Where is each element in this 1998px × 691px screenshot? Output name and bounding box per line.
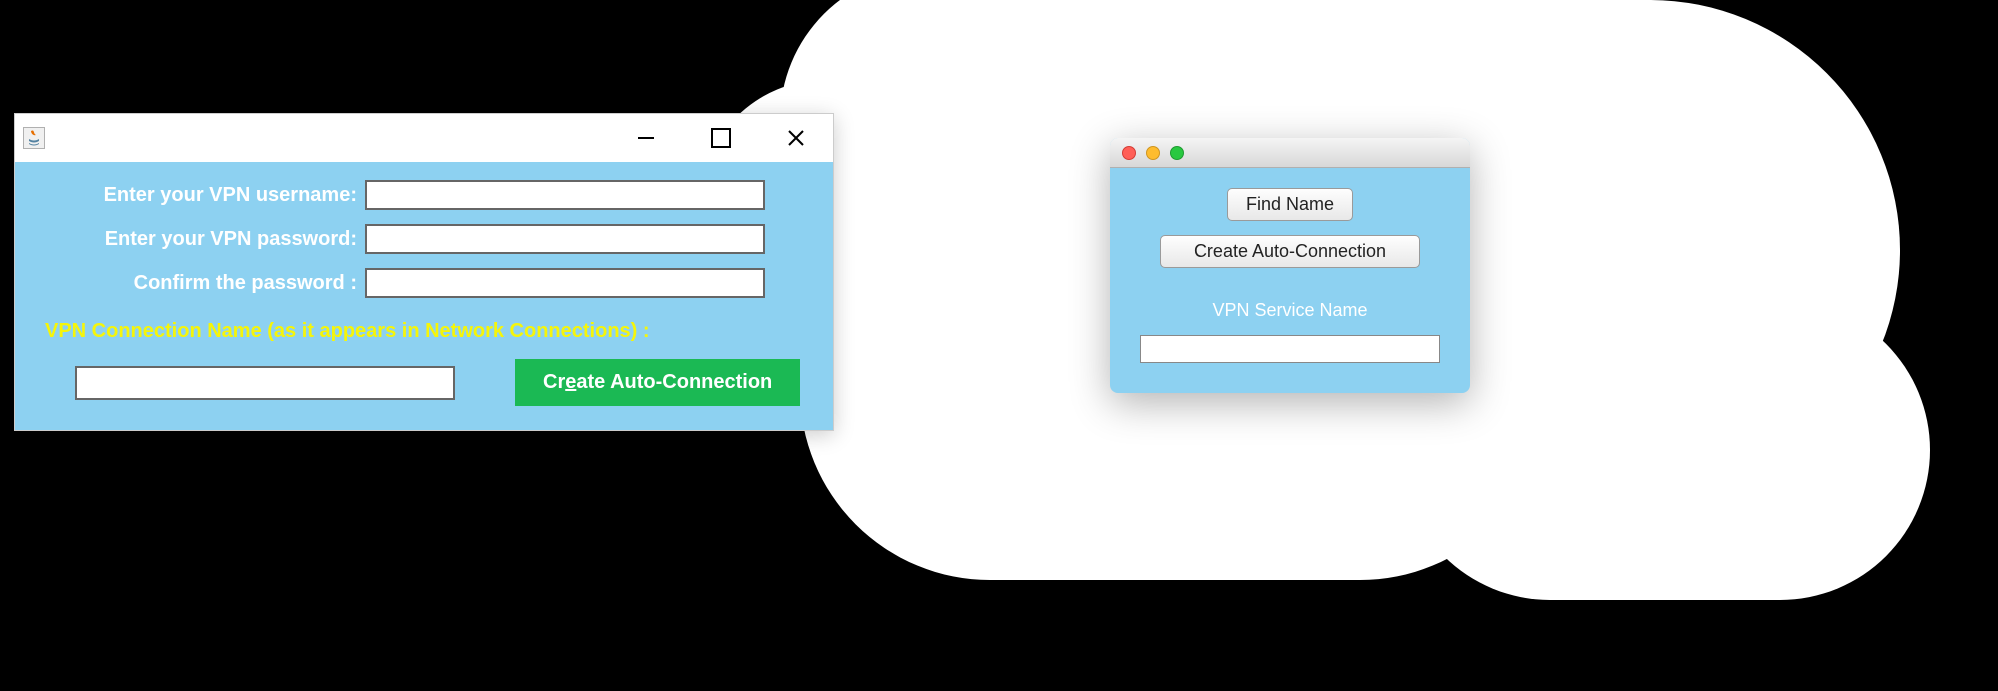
find-name-button[interactable]: Find Name — [1227, 188, 1353, 221]
confirm-password-label: Confirm the password : — [35, 272, 365, 295]
minimize-button[interactable] — [608, 114, 683, 162]
close-traffic-light[interactable] — [1122, 146, 1136, 160]
connection-name-label: VPN Connection Name (as it appears in Ne… — [35, 312, 813, 359]
windows-vpn-dialog: Enter your VPN username: Enter your VPN … — [14, 113, 834, 431]
vpn-service-name-input[interactable] — [1140, 335, 1440, 363]
java-icon — [23, 127, 45, 149]
password-input[interactable] — [365, 224, 765, 254]
maximize-button[interactable] — [683, 114, 758, 162]
mac-dialog-body: Find Name Create Auto-Connection VPN Ser… — [1110, 168, 1470, 393]
mac-vpn-dialog: Find Name Create Auto-Connection VPN Ser… — [1110, 138, 1470, 393]
create-auto-connection-button[interactable]: Create Auto-Connection — [515, 359, 800, 406]
username-input[interactable] — [365, 180, 765, 210]
minimize-traffic-light[interactable] — [1146, 146, 1160, 160]
background-shape — [1400, 300, 1930, 600]
vpn-service-name-label: VPN Service Name — [1212, 300, 1367, 321]
username-label: Enter your VPN username: — [35, 184, 365, 207]
button-label: Create Auto-Connection — [543, 371, 772, 393]
mac-titlebar[interactable] — [1110, 138, 1470, 168]
windows-dialog-body: Enter your VPN username: Enter your VPN … — [15, 162, 833, 430]
window-controls — [608, 114, 833, 162]
confirm-password-input[interactable] — [365, 268, 765, 298]
close-button[interactable] — [758, 114, 833, 162]
password-label: Enter your VPN password: — [35, 228, 365, 251]
create-auto-connection-button-mac[interactable]: Create Auto-Connection — [1160, 235, 1420, 268]
password-row: Enter your VPN password: — [35, 224, 813, 254]
zoom-traffic-light[interactable] — [1170, 146, 1184, 160]
username-row: Enter your VPN username: — [35, 180, 813, 210]
bottom-row: Create Auto-Connection — [35, 359, 813, 406]
confirm-row: Confirm the password : — [35, 268, 813, 298]
connection-name-input[interactable] — [75, 366, 455, 400]
windows-titlebar[interactable] — [15, 114, 833, 162]
